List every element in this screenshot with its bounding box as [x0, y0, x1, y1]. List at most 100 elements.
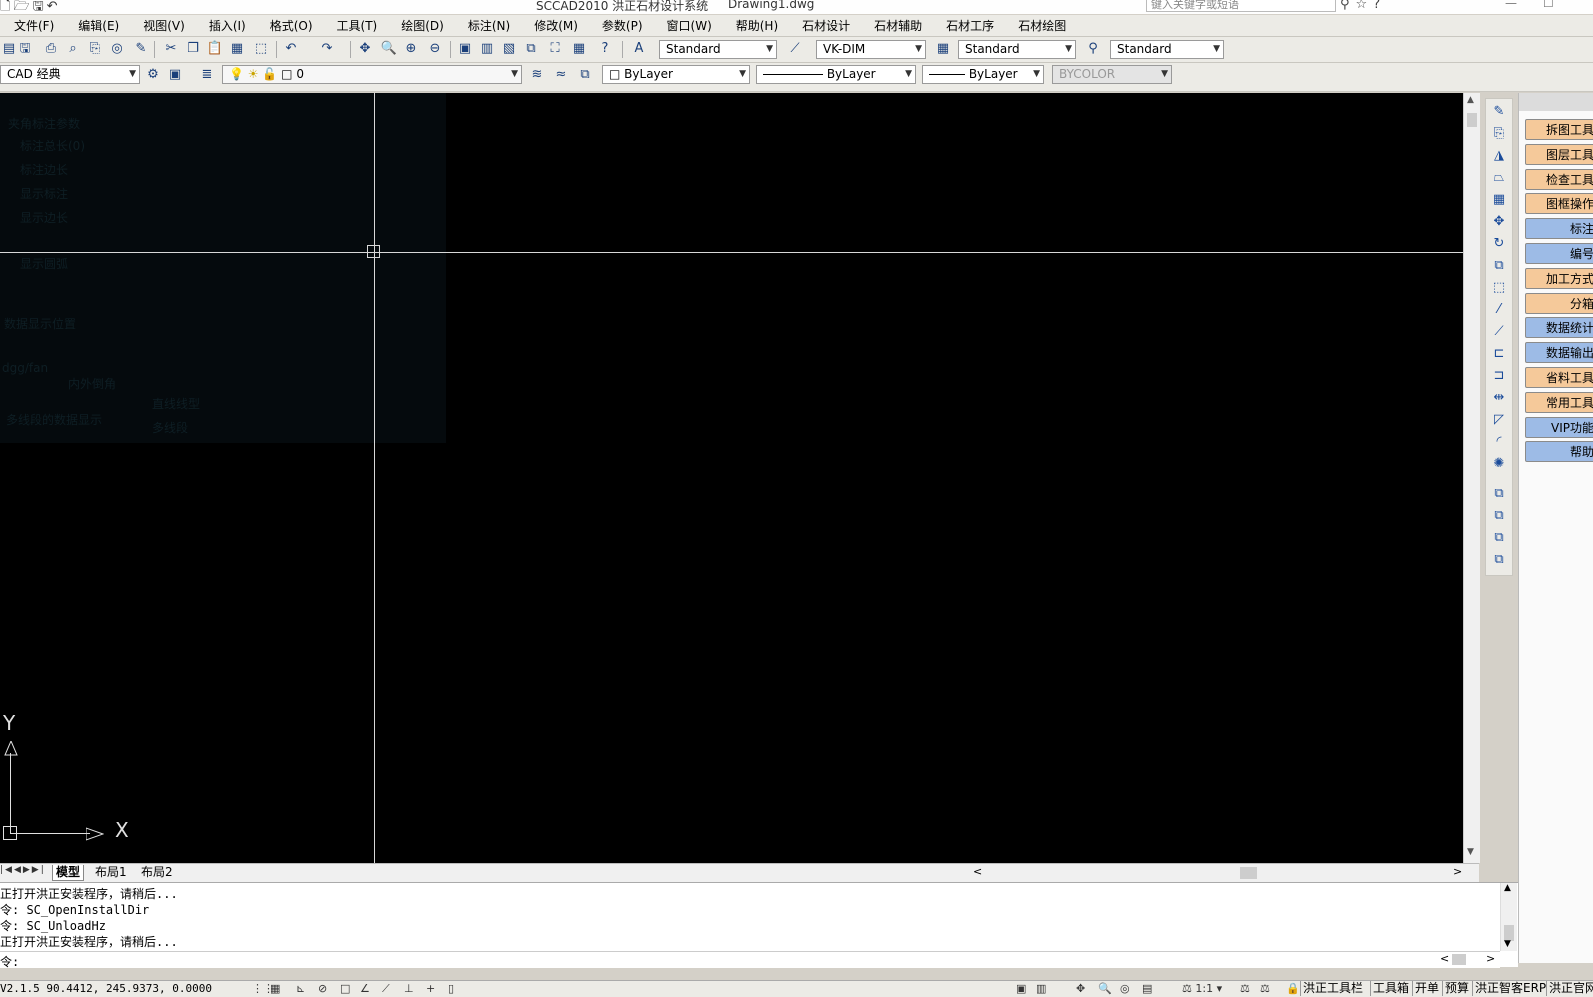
scroll-down-icon[interactable]: ▼ — [1504, 939, 1511, 949]
menu-stone-design[interactable]: 石材设计 — [788, 17, 860, 34]
panel-button[interactable]: 常用工具 — [1525, 391, 1593, 413]
status-button-toolbox[interactable]: 工具箱 — [1370, 981, 1411, 996]
break-at-point-icon[interactable]: ⊏ — [1490, 345, 1508, 363]
save-icon[interactable]: 🖫 — [33, 0, 47, 14]
panel-button[interactable]: 帮助 — [1525, 441, 1593, 463]
menu-stone-assist[interactable]: 石材辅助 — [860, 17, 932, 34]
layer-properties-icon[interactable]: ≣ — [198, 66, 216, 84]
layer-state-icon[interactable]: ⧉ — [576, 66, 594, 84]
tab-model[interactable]: 模型 — [52, 865, 85, 881]
menu-modify[interactable]: 修改(M) — [520, 17, 588, 34]
showmotion-icon[interactable]: ▤ — [1142, 981, 1152, 996]
annotation-scale[interactable]: ⚖ 1:1 ▾ — [1182, 981, 1222, 996]
block-editor-icon[interactable]: ⬚ — [252, 40, 270, 58]
scroll-down-icon[interactable]: ▼ — [1467, 847, 1474, 857]
customize-icon[interactable]: ▣ — [166, 66, 184, 84]
multileader-style-select[interactable]: Standard ▼ — [1110, 40, 1224, 59]
tab-layout1[interactable]: 布局1 — [92, 865, 130, 880]
auto-scale-icon[interactable]: ⚖ — [1260, 981, 1270, 996]
panel-button[interactable]: VIP功能 — [1525, 416, 1593, 438]
panel-button[interactable]: 拆图工具 — [1525, 119, 1593, 140]
color-select[interactable]: □ ByLayer ▼ — [602, 65, 750, 84]
scrollbar-thumb[interactable] — [1467, 113, 1477, 127]
tab-navigation-arrows[interactable]: |◀◀▶▶| — [0, 865, 46, 875]
polar-icon[interactable]: ⊘ — [318, 981, 327, 996]
erase-icon[interactable]: ✎ — [1490, 103, 1508, 121]
canvas-vertical-scrollbar[interactable]: ▲ ▼ — [1463, 93, 1480, 863]
array-icon[interactable]: ▦ — [1490, 191, 1508, 209]
window-controls[interactable]: —☐ — [1505, 0, 1580, 10]
preview-icon[interactable]: ⌕ — [64, 40, 82, 58]
scroll-up-icon[interactable]: ▲ — [1504, 883, 1511, 893]
menu-tools[interactable]: 工具(T) — [323, 17, 388, 34]
save-icon[interactable]: 🖫 — [16, 40, 34, 58]
calculator-icon[interactable]: ▦ — [570, 40, 588, 58]
table-style-icon[interactable]: ▦ — [934, 40, 952, 58]
model-space-icon[interactable]: ▣ — [1016, 981, 1026, 996]
zoom-realtime-icon[interactable]: 🔍 — [380, 40, 398, 58]
lock-icon[interactable]: 🔒 — [1286, 981, 1300, 996]
linetype-select[interactable]: ByLayer ▼ — [756, 65, 916, 84]
command-history-scrollbar[interactable]: ▲ ▼ — [1500, 883, 1517, 951]
dim-style-icon[interactable]: ⟋ — [786, 40, 804, 58]
bring-to-front-icon[interactable]: ⧉ — [1490, 485, 1508, 503]
infocenter-icons[interactable]: ⚲☆? — [1340, 0, 1386, 12]
status-button-toolbar[interactable]: 洪正工具栏 — [1300, 981, 1365, 996]
table-style-select[interactable]: Standard ▼ — [958, 40, 1076, 59]
zoom-previous-icon[interactable]: ⊖ — [426, 40, 444, 58]
annotation-visibility-icon[interactable]: ⚖ — [1240, 981, 1250, 996]
panel-button[interactable]: 检查工具 — [1525, 168, 1593, 190]
menu-stone-process[interactable]: 石材工序 — [932, 17, 1004, 34]
zoom-icon[interactable]: 🔍 — [1098, 981, 1112, 996]
dim-style-select[interactable]: VK-DIM ▼ — [816, 40, 926, 59]
menu-format[interactable]: 格式(O) — [256, 17, 323, 34]
status-button-erp[interactable]: 洪正智客ERP — [1472, 981, 1548, 996]
copy-object-icon[interactable]: ⎘ — [1490, 125, 1508, 143]
menu-insert[interactable]: 插入(I) — [195, 17, 256, 34]
new-file-icon[interactable]: 🗋 — [0, 0, 13, 14]
scroll-left-icon[interactable]: < — [1440, 952, 1449, 965]
trim-icon[interactable]: ⁄ — [1490, 301, 1508, 319]
undo-icon[interactable]: ↶ — [282, 40, 300, 58]
3d-print-icon[interactable]: ◎ — [108, 40, 126, 58]
multileader-style-icon[interactable]: ⚲ — [1084, 40, 1102, 58]
drawing-canvas[interactable]: 夹角标注参数 标注总长(0) 标注边长 显示标注 显示边长 显示圆弧 数据显示位… — [0, 93, 1463, 863]
send-under-icon[interactable]: ⧉ — [1490, 551, 1508, 569]
paste-icon[interactable]: 📋 — [206, 40, 224, 58]
panel-button[interactable]: 分箱 — [1525, 292, 1593, 314]
scroll-left-icon[interactable]: < — [973, 865, 982, 878]
status-button-order[interactable]: 开单 — [1412, 981, 1441, 996]
sheet-set-icon[interactable]: ⧉ — [522, 40, 540, 58]
panel-button[interactable]: 编号 — [1525, 243, 1593, 264]
plot-icon[interactable]: ⎙ — [42, 40, 60, 58]
ducs-icon[interactable]: ⊥ — [404, 981, 414, 996]
panel-button[interactable]: 图层工具 — [1525, 143, 1593, 165]
markup-icon[interactable]: ✎ — [132, 40, 150, 58]
panel-button[interactable]: 加工方式 — [1525, 267, 1593, 289]
send-to-back-icon[interactable]: ⧉ — [1490, 507, 1508, 525]
fillet-icon[interactable]: ◜ — [1490, 433, 1508, 451]
maximize-icon[interactable]: ☐ — [1543, 0, 1580, 10]
canvas-horizontal-scrollbar[interactable]: < > — [965, 865, 1465, 880]
panel-button[interactable]: 省料工具 — [1525, 367, 1593, 388]
move-icon[interactable]: ✥ — [1490, 213, 1508, 231]
steering-wheel-icon[interactable]: ◎ — [1120, 981, 1130, 996]
undo-icon[interactable]: ↶ — [47, 0, 61, 14]
panel-button[interactable]: 图框操作 — [1525, 193, 1593, 215]
explode-icon[interactable]: ✺ — [1490, 455, 1508, 473]
bring-above-icon[interactable]: ⧉ — [1490, 529, 1508, 547]
match-properties-icon[interactable]: ▦ — [228, 40, 246, 58]
text-style-icon[interactable]: A — [630, 40, 648, 58]
menu-parametric[interactable]: 参数(P) — [588, 17, 653, 34]
rotate-icon[interactable]: ↻ — [1490, 235, 1508, 253]
properties-icon[interactable]: ▣ — [456, 40, 474, 58]
tab-layout2[interactable]: 布局2 — [138, 865, 176, 880]
binoculars-icon[interactable]: ⚲ — [1340, 0, 1356, 12]
quick-access-toolbar[interactable]: 🗋🗁🖫↶ — [0, 0, 61, 14]
3dosnap-icon[interactable]: ∠ — [360, 981, 370, 996]
dyn-icon[interactable]: + — [426, 981, 435, 996]
status-button-website[interactable]: 洪正官网 — [1546, 981, 1593, 996]
osnap-icon[interactable]: □ — [340, 981, 350, 996]
scrollbar-thumb[interactable] — [1240, 867, 1257, 879]
extend-icon[interactable]: ⟋ — [1490, 323, 1508, 341]
